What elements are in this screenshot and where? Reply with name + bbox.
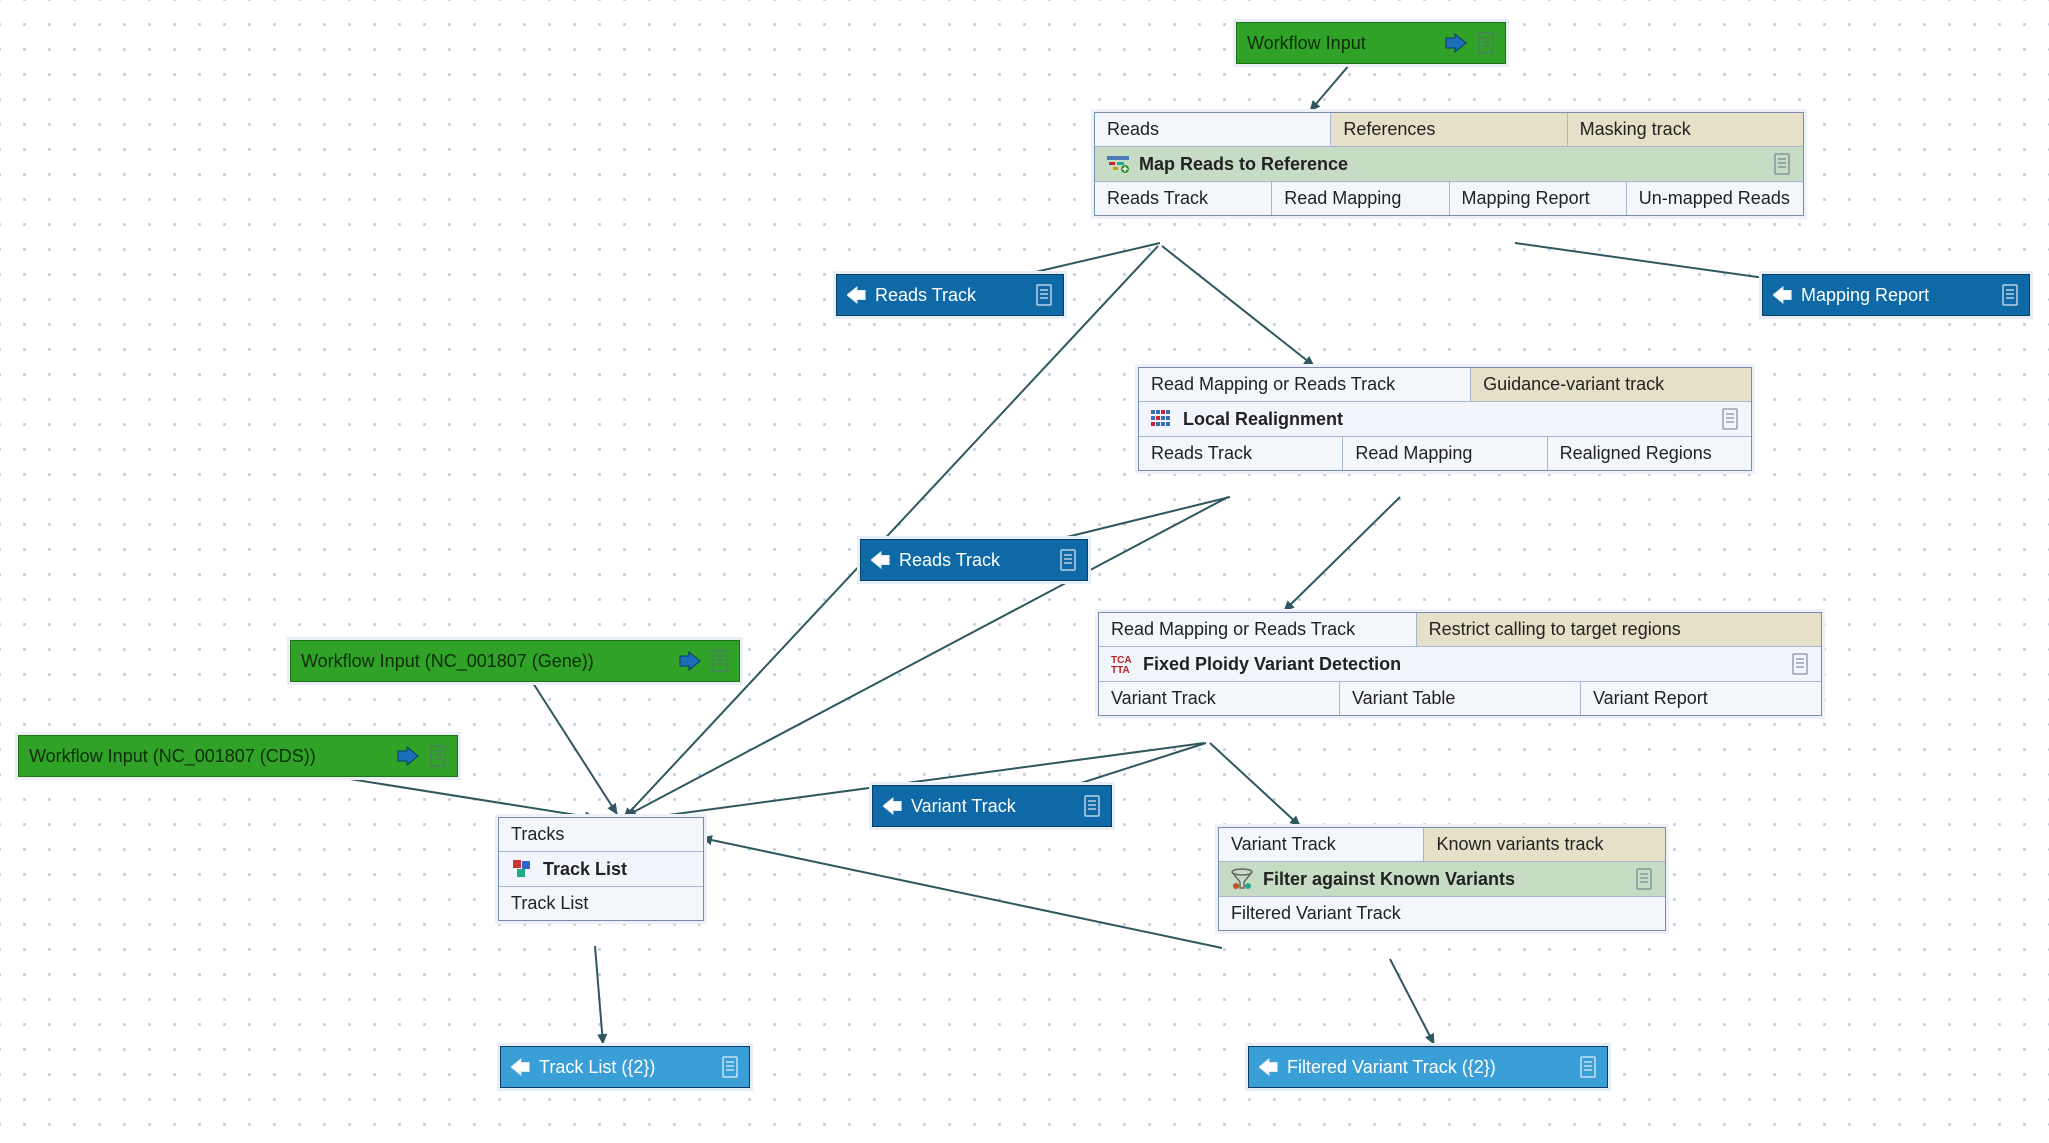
tool-local-realignment[interactable]: Read Mapping or Reads Track Guidance-var… (1138, 367, 1752, 471)
tool-title: Fixed Ploidy Variant Detection (1143, 654, 1791, 675)
port-variant-track[interactable]: Variant Track (1219, 828, 1424, 861)
output-arrow-icon (847, 286, 867, 304)
filter-icon (1231, 868, 1253, 890)
tool-title-row[interactable]: Fixed Ploidy Variant Detection (1099, 647, 1821, 682)
tool-map-reads-to-reference[interactable]: Reads References Masking track Map Reads… (1094, 112, 1804, 216)
tool-title-row[interactable]: Map Reads to Reference (1095, 147, 1803, 182)
tool-outputs-row: Reads Track Read Mapping Realigned Regio… (1139, 437, 1751, 470)
input-arrow-icon (679, 651, 701, 671)
tool-title: Track List (543, 859, 691, 880)
input-workflow-main[interactable]: Workflow Input (1236, 22, 1506, 64)
output-arrow-icon (883, 797, 903, 815)
tool-outputs-row: Filtered Variant Track (1219, 897, 1665, 930)
output-arrow-icon (1773, 286, 1793, 304)
local-realignment-icon (1151, 408, 1173, 430)
port-restrict-calling-target-regions[interactable]: Restrict calling to target regions (1417, 613, 1821, 646)
output-label: Reads Track (899, 550, 1049, 571)
port-unmapped-reads[interactable]: Un-mapped Reads (1627, 182, 1803, 215)
tool-title-row[interactable]: Filter against Known Variants (1219, 862, 1665, 897)
input-arrow-icon (397, 746, 419, 766)
document-icon (711, 650, 729, 672)
output-reads-track-2[interactable]: Reads Track (860, 539, 1088, 581)
tool-fixed-ploidy-variant-detection[interactable]: Read Mapping or Reads Track Restrict cal… (1098, 612, 1822, 716)
output-label: Variant Track (911, 796, 1073, 817)
port-read-mapping-or-reads-track[interactable]: Read Mapping or Reads Track (1099, 613, 1417, 646)
tool-title: Map Reads to Reference (1139, 154, 1773, 175)
tool-inputs-row: Read Mapping or Reads Track Restrict cal… (1099, 613, 1821, 647)
input-arrow-icon (1445, 33, 1467, 53)
tool-title-row[interactable]: Local Realignment (1139, 402, 1751, 437)
port-realigned-regions[interactable]: Realigned Regions (1548, 437, 1751, 470)
track-list-icon (511, 858, 533, 880)
output-arrow-icon (511, 1058, 531, 1076)
output-filtered-variant-track[interactable]: Filtered Variant Track ({2}) (1248, 1046, 1608, 1088)
tool-inputs-row: Tracks (499, 818, 703, 852)
document-icon (1773, 153, 1791, 175)
port-read-mapping[interactable]: Read Mapping (1343, 437, 1547, 470)
output-variant-track[interactable]: Variant Track (872, 785, 1112, 827)
port-known-variants-track[interactable]: Known variants track (1424, 828, 1665, 861)
document-icon (1059, 549, 1077, 571)
document-icon (1721, 408, 1739, 430)
port-track-list[interactable]: Track List (499, 887, 703, 920)
output-label: Reads Track (875, 285, 1025, 306)
tool-title: Filter against Known Variants (1263, 869, 1635, 890)
port-variant-track[interactable]: Variant Track (1099, 682, 1340, 715)
port-masking-track[interactable]: Masking track (1568, 113, 1803, 146)
tool-outputs-row: Reads Track Read Mapping Mapping Report … (1095, 182, 1803, 215)
port-references[interactable]: References (1331, 113, 1567, 146)
tool-outputs-row: Track List (499, 887, 703, 920)
tool-inputs-row: Reads References Masking track (1095, 113, 1803, 147)
port-variant-table[interactable]: Variant Table (1340, 682, 1581, 715)
input-workflow-gene[interactable]: Workflow Input (NC_001807 (Gene)) (290, 640, 740, 682)
document-icon (1635, 868, 1653, 890)
document-icon (1477, 32, 1495, 54)
input-label: Workflow Input (1247, 33, 1439, 54)
output-label: Mapping Report (1801, 285, 1991, 306)
document-icon (1083, 795, 1101, 817)
input-label: Workflow Input (NC_001807 (Gene)) (301, 651, 673, 672)
document-icon (1791, 653, 1809, 675)
output-label: Filtered Variant Track ({2}) (1287, 1057, 1569, 1078)
output-reads-track-1[interactable]: Reads Track (836, 274, 1064, 316)
output-label: Track List ({2}) (539, 1057, 711, 1078)
output-arrow-icon (871, 551, 891, 569)
port-tracks[interactable]: Tracks (499, 818, 703, 851)
port-reads-track[interactable]: Reads Track (1139, 437, 1343, 470)
output-track-list[interactable]: Track List ({2}) (500, 1046, 750, 1088)
document-icon (721, 1056, 739, 1078)
map-reads-icon (1107, 153, 1129, 175)
document-icon (1035, 284, 1053, 306)
tool-inputs-row: Read Mapping or Reads Track Guidance-var… (1139, 368, 1751, 402)
tool-track-list[interactable]: Tracks Track List Track List (498, 817, 704, 921)
output-mapping-report[interactable]: Mapping Report (1762, 274, 2030, 316)
port-reads[interactable]: Reads (1095, 113, 1331, 146)
tool-inputs-row: Variant Track Known variants track (1219, 828, 1665, 862)
document-icon (1579, 1056, 1597, 1078)
port-guidance-variant-track[interactable]: Guidance-variant track (1471, 368, 1751, 401)
document-icon (429, 745, 447, 767)
port-read-mapping-or-reads-track[interactable]: Read Mapping or Reads Track (1139, 368, 1471, 401)
tool-title: Local Realignment (1183, 409, 1721, 430)
fixed-ploidy-icon (1111, 653, 1133, 675)
port-variant-report[interactable]: Variant Report (1581, 682, 1821, 715)
document-icon (2001, 284, 2019, 306)
tool-outputs-row: Variant Track Variant Table Variant Repo… (1099, 682, 1821, 715)
tool-filter-against-known-variants[interactable]: Variant Track Known variants track Filte… (1218, 827, 1666, 931)
input-label: Workflow Input (NC_001807 (CDS)) (29, 746, 391, 767)
port-read-mapping[interactable]: Read Mapping (1272, 182, 1449, 215)
port-filtered-variant-track[interactable]: Filtered Variant Track (1219, 897, 1665, 930)
tool-title-row[interactable]: Track List (499, 852, 703, 887)
port-reads-track[interactable]: Reads Track (1095, 182, 1272, 215)
port-mapping-report[interactable]: Mapping Report (1450, 182, 1627, 215)
input-workflow-cds[interactable]: Workflow Input (NC_001807 (CDS)) (18, 735, 458, 777)
output-arrow-icon (1259, 1058, 1279, 1076)
